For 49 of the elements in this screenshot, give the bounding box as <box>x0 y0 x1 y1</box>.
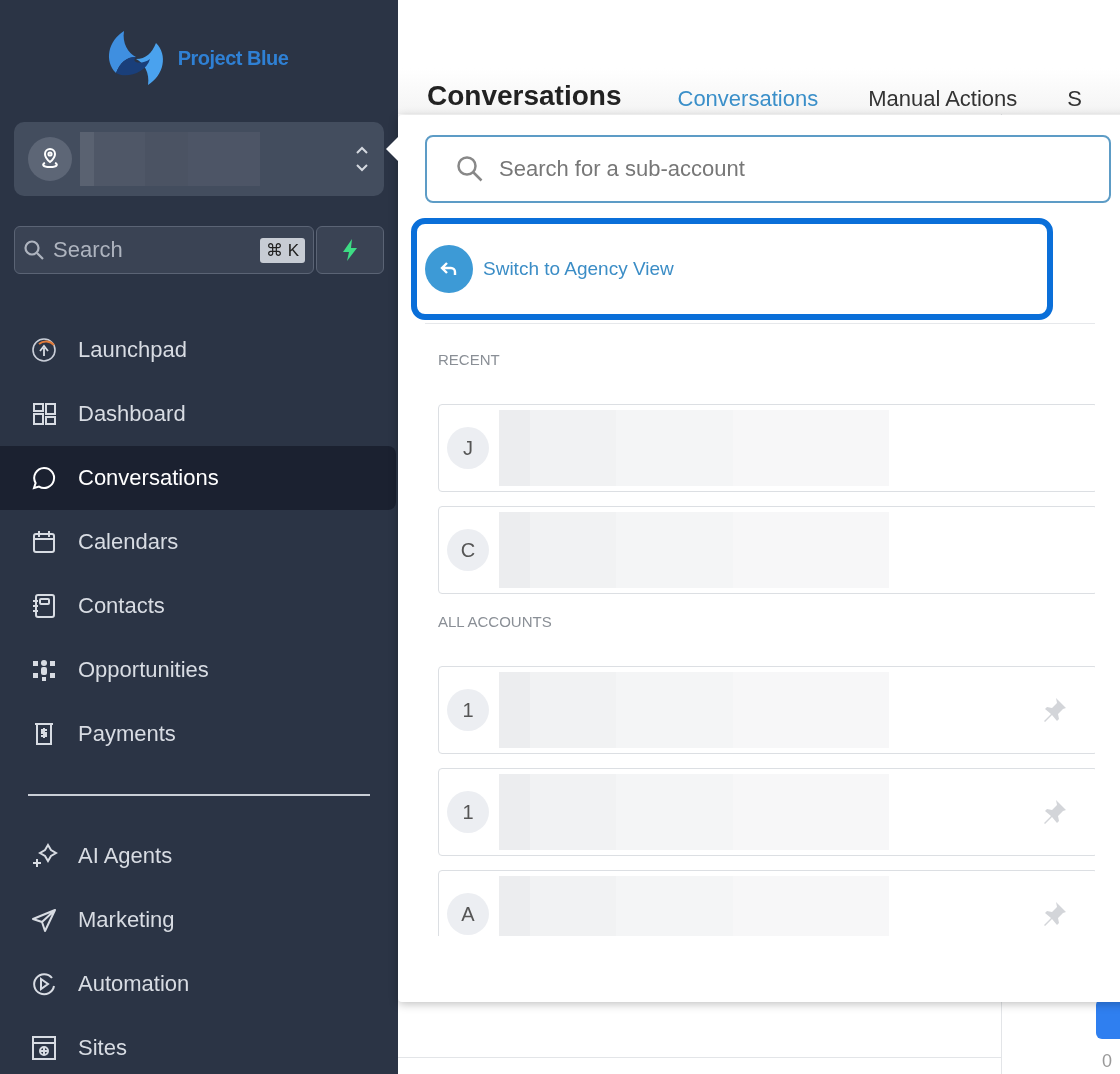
initial-avatar: 1 <box>447 689 489 731</box>
action-button[interactable] <box>1096 999 1120 1039</box>
nav-item[interactable]: Marketing <box>0 888 396 952</box>
section-heading: RECENT <box>437 350 501 370</box>
account-switcher[interactable] <box>14 122 384 196</box>
browser-window-icon <box>30 1034 58 1062</box>
search-field[interactable]: Search for a sub-account <box>425 135 1111 203</box>
account-item[interactable]: J <box>438 404 1095 492</box>
nav-item[interactable]: Automation <box>0 952 396 1016</box>
quick-action-button[interactable] <box>316 226 384 274</box>
nav-item[interactable]: Conversations <box>0 446 396 510</box>
search-icon <box>23 239 45 261</box>
page-title: Conversations <box>427 80 622 112</box>
nav-item[interactable]: Sites <box>0 1016 396 1074</box>
account-item[interactable]: A <box>438 870 1095 936</box>
location-pin-icon <box>28 137 72 181</box>
nav-item[interactable]: Launchpad <box>0 318 396 382</box>
calendar-icon <box>30 528 58 556</box>
dashboard-grid-icon <box>30 400 58 428</box>
tab[interactable]: Manual Actions <box>868 86 1018 112</box>
search-icon <box>455 154 485 184</box>
brand-name: Project Blue <box>177 46 289 70</box>
initial-avatar: C <box>447 529 489 571</box>
count-text: 0 <box>1102 1051 1113 1072</box>
tab[interactable]: S <box>1067 86 1083 112</box>
nav-item[interactable]: Contacts <box>0 574 396 638</box>
account-item[interactable]: 1 <box>438 666 1095 754</box>
nav-item[interactable]: Calendars <box>0 510 396 574</box>
nav-item[interactable]: Dashboard <box>0 382 396 446</box>
shortcut-badge: ⌘ K <box>259 237 305 263</box>
play-circle-icon <box>30 970 58 998</box>
nav-item[interactable]: Opportunities <box>0 638 396 702</box>
nav-item[interactable]: Payments <box>0 702 396 766</box>
account-item[interactable]: C <box>438 506 1095 594</box>
switch-view-link[interactable]: Switch to Agency View <box>425 245 674 293</box>
chat-bubble-icon <box>30 464 58 492</box>
initial-avatar: J <box>447 427 489 469</box>
sparkle-icon <box>30 842 58 870</box>
chevron-up-down-icon <box>354 144 370 174</box>
account-item[interactable]: 1 <box>438 768 1095 856</box>
paper-plane-icon <box>30 906 58 934</box>
lightning-icon <box>341 238 359 262</box>
section-heading: ALL ACCOUNTS <box>437 612 553 632</box>
initial-avatar: A <box>447 893 489 935</box>
initial-avatar: 1 <box>447 791 489 833</box>
rocket-ring-icon <box>30 336 58 364</box>
search-field[interactable]: Search ⌘ K <box>14 226 314 274</box>
nav-item[interactable]: AI Agents <box>0 824 396 888</box>
notebook-icon <box>30 592 58 620</box>
